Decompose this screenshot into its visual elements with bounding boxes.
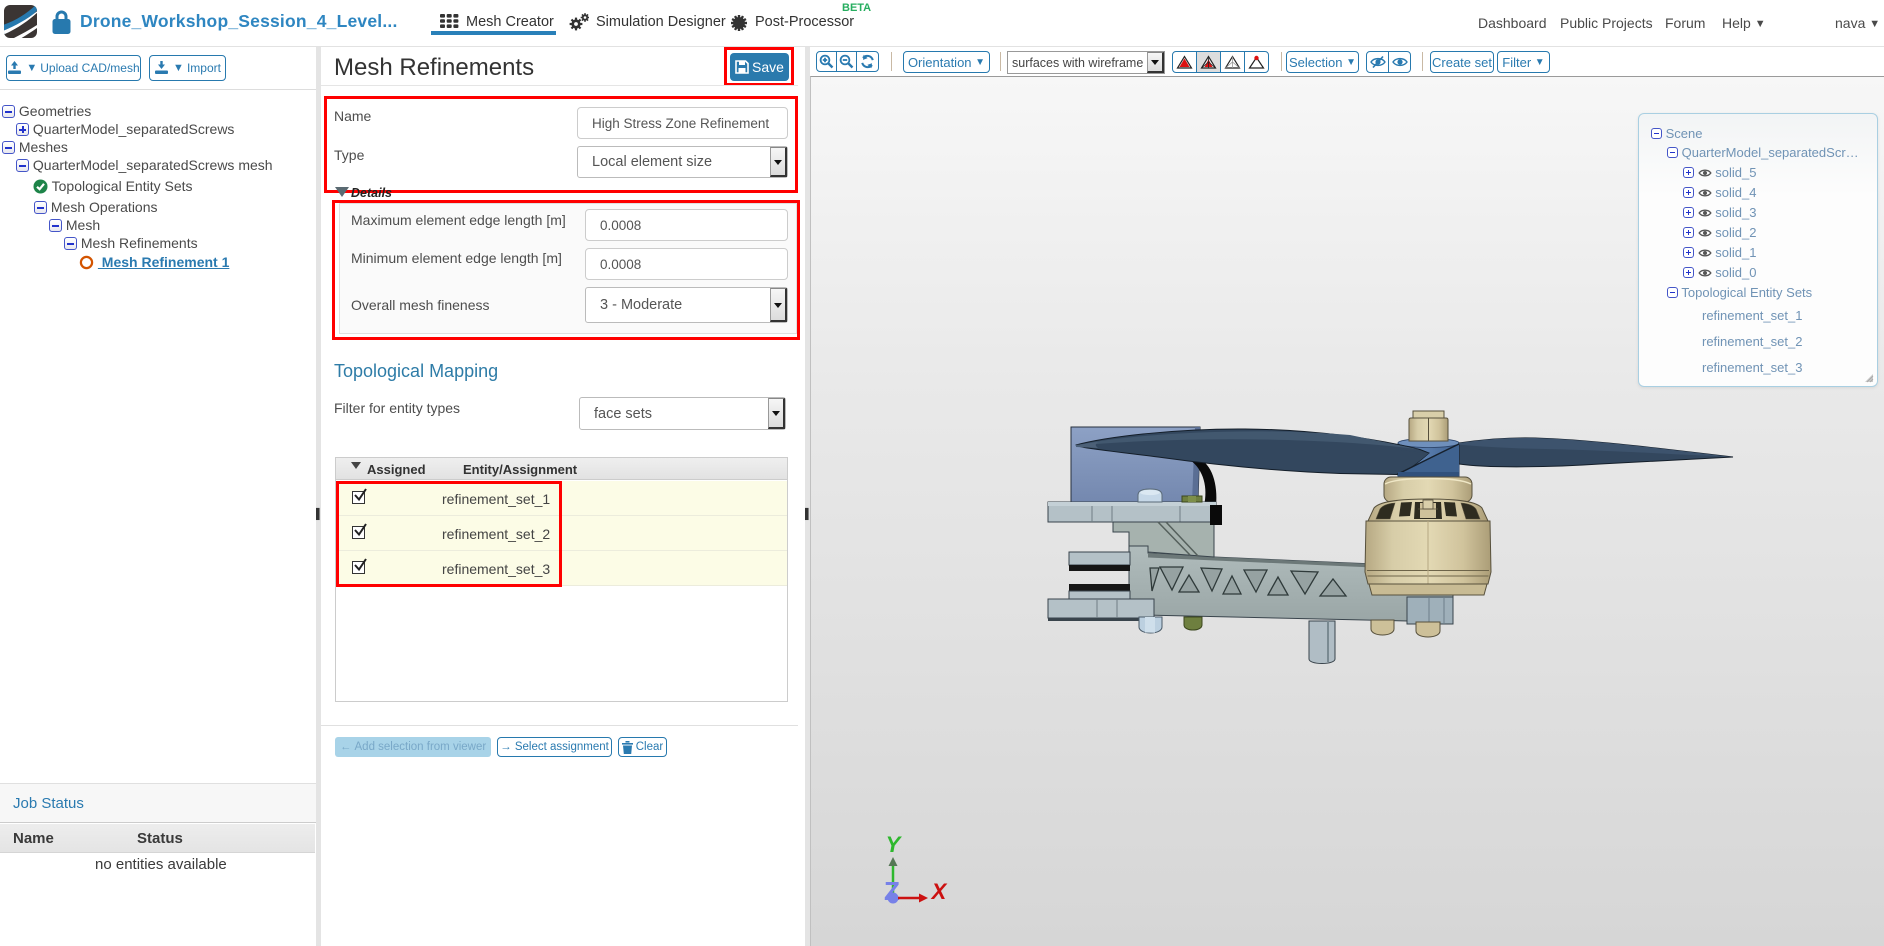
- svg-text:X: X: [930, 879, 948, 904]
- svg-text:Y: Y: [886, 832, 903, 857]
